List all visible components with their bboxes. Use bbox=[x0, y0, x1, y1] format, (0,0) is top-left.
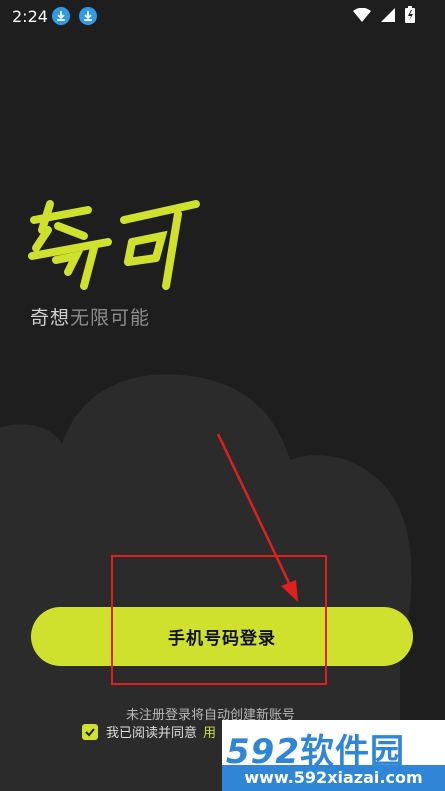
user-agreement-link[interactable]: 用 bbox=[203, 722, 216, 741]
watermark-url: www.592xiazai.com bbox=[222, 765, 445, 791]
agree-checkbox[interactable] bbox=[82, 723, 98, 740]
agree-text: 我已阅读并同意 bbox=[106, 726, 198, 741]
check-icon bbox=[85, 727, 95, 736]
site-watermark: 592软件园 www.592xiazai.com bbox=[222, 720, 445, 791]
annotation-highlight-box bbox=[111, 555, 327, 685]
agreement-row: 我已阅读并同意 用 bbox=[82, 722, 216, 741]
